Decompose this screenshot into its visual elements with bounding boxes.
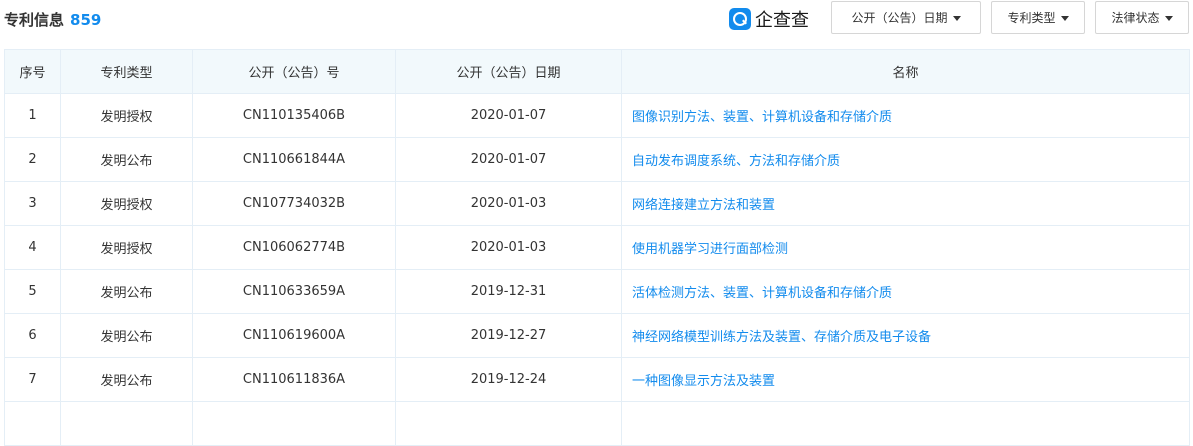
patent-name-link[interactable]: 神经网络模型训练方法及装置、存储介质及电子设备: [632, 330, 931, 345]
column-header-publication-date: 公开（公告）日期: [395, 49, 622, 94]
qichacha-logo: 企查查: [729, 6, 809, 32]
patent-type: 发明授权: [60, 93, 193, 138]
publication-number: CN110633659A: [192, 269, 396, 314]
publication-number: CN107734032B: [192, 181, 396, 226]
patent-type: 发明公布: [60, 357, 193, 402]
patent-name-cell: 自动发布调度系统、方法和存储介质: [621, 137, 1190, 182]
publication-date: 2020-01-07: [395, 93, 622, 138]
table-row: 1 发明授权 CN110135406B 2020-01-07 图像识别方法、装置…: [4, 93, 1190, 138]
patent-type: 发明授权: [60, 225, 193, 270]
patent-name-cell: 一种图像显示方法及装置: [621, 357, 1190, 402]
table-row: 6 发明公布 CN110619600A 2019-12-27 神经网络模型训练方…: [4, 313, 1190, 358]
row-index: [4, 401, 61, 446]
row-index: 6: [4, 313, 61, 358]
row-index: 7: [4, 357, 61, 402]
column-header-publication-number: 公开（公告）号: [192, 49, 396, 94]
table-row: 3 发明授权 CN107734032B 2020-01-03 网络连接建立方法和…: [4, 181, 1190, 226]
patent-table: 序号 专利类型 公开（公告）号 公开（公告）日期 名称 1 发明授权 CN110…: [4, 49, 1190, 446]
qichacha-logo-icon: [729, 8, 751, 30]
publication-number: CN110619600A: [192, 313, 396, 358]
patent-name-cell: 神经网络模型训练方法及装置、存储介质及电子设备: [621, 313, 1190, 358]
patent-section-header: 专利信息 859 企查查 公开（公告）日期 专利类型 法律状态: [0, 0, 1193, 40]
patent-name-cell: 网络连接建立方法和装置: [621, 181, 1190, 226]
patent-name-link[interactable]: 活体检测方法、装置、计算机设备和存储介质: [632, 286, 892, 301]
table-row: 2 发明公布 CN110661844A 2020-01-07 自动发布调度系统、…: [4, 137, 1190, 182]
date-filter-label: 公开（公告）日期: [851, 11, 948, 25]
patent-type: 发明公布: [60, 313, 193, 358]
date-filter-dropdown[interactable]: 公开（公告）日期: [831, 1, 981, 34]
row-index: 5: [4, 269, 61, 314]
publication-date: 2020-01-03: [395, 181, 622, 226]
patent-type: [60, 401, 193, 446]
row-index: 1: [4, 93, 61, 138]
publication-date: [395, 401, 622, 446]
caret-down-icon: [1164, 15, 1173, 21]
publication-number: CN106062774B: [192, 225, 396, 270]
patent-name-link[interactable]: 使用机器学习进行面部检测: [632, 242, 788, 257]
publication-number: CN110611836A: [192, 357, 396, 402]
row-index: 3: [4, 181, 61, 226]
patent-type: 发明公布: [60, 137, 193, 182]
caret-down-icon: [952, 15, 961, 21]
logo-text: 企查查: [755, 10, 809, 31]
publication-date: 2019-12-24: [395, 357, 622, 402]
column-header-type: 专利类型: [60, 49, 193, 94]
column-header-name: 名称: [621, 49, 1190, 94]
table-row: 5 发明公布 CN110633659A 2019-12-31 活体检测方法、装置…: [4, 269, 1190, 314]
publication-number: [192, 401, 396, 446]
section-title: 专利信息 859: [4, 9, 101, 30]
publication-date: 2020-01-07: [395, 137, 622, 182]
table-row: [4, 401, 1190, 446]
row-index: 2: [4, 137, 61, 182]
patent-name-link[interactable]: 一种图像显示方法及装置: [632, 374, 775, 389]
legal-status-filter-dropdown[interactable]: 法律状态: [1095, 1, 1189, 34]
patent-type-filter-label: 专利类型: [1007, 11, 1056, 25]
patent-count: 859: [70, 11, 102, 29]
publication-number: CN110135406B: [192, 93, 396, 138]
table-row: 4 发明授权 CN106062774B 2020-01-03 使用机器学习进行面…: [4, 225, 1190, 270]
column-header-index: 序号: [4, 49, 61, 94]
publication-date: 2020-01-03: [395, 225, 622, 270]
patent-name-cell: [621, 401, 1190, 446]
table-header-row: 序号 专利类型 公开（公告）号 公开（公告）日期 名称: [4, 49, 1190, 94]
publication-date: 2019-12-27: [395, 313, 622, 358]
patent-name-cell: 活体检测方法、装置、计算机设备和存储介质: [621, 269, 1190, 314]
section-title-text: 专利信息: [4, 11, 65, 29]
patent-name-cell: 使用机器学习进行面部检测: [621, 225, 1190, 270]
patent-type-filter-dropdown[interactable]: 专利类型: [991, 1, 1085, 34]
legal-status-filter-label: 法律状态: [1111, 11, 1160, 25]
publication-date: 2019-12-31: [395, 269, 622, 314]
patent-type: 发明公布: [60, 269, 193, 314]
publication-number: CN110661844A: [192, 137, 396, 182]
patent-name-cell: 图像识别方法、装置、计算机设备和存储介质: [621, 93, 1190, 138]
patent-name-link[interactable]: 网络连接建立方法和装置: [632, 198, 775, 213]
patent-name-link[interactable]: 自动发布调度系统、方法和存储介质: [632, 154, 840, 169]
row-index: 4: [4, 225, 61, 270]
caret-down-icon: [1060, 15, 1069, 21]
table-row: 7 发明公布 CN110611836A 2019-12-24 一种图像显示方法及…: [4, 357, 1190, 402]
patent-name-link[interactable]: 图像识别方法、装置、计算机设备和存储介质: [632, 110, 892, 125]
patent-type: 发明授权: [60, 181, 193, 226]
